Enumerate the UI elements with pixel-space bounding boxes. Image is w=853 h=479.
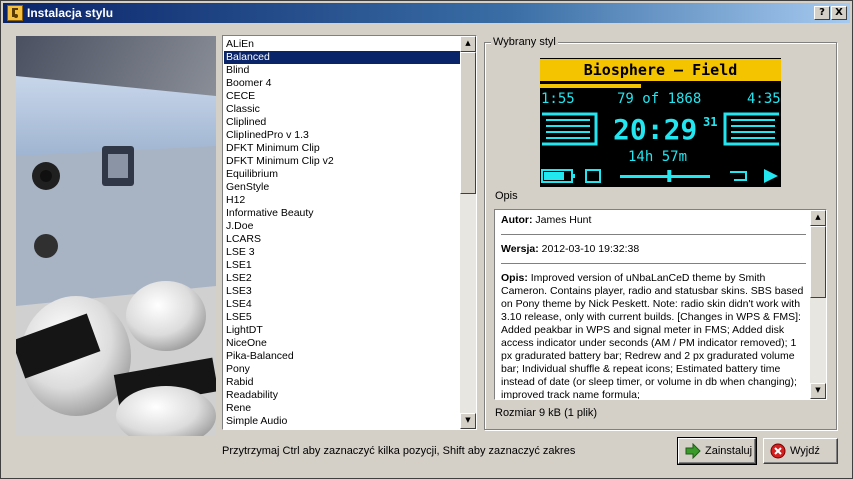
version-key: Wersja:	[501, 243, 539, 255]
theme-list-item[interactable]: LSE4	[224, 298, 460, 311]
theme-list-item[interactable]: Simple Audio	[224, 415, 460, 428]
scroll-up-button[interactable]: ▲	[460, 36, 476, 52]
theme-list-item[interactable]: Blind	[224, 64, 460, 77]
title-bar[interactable]: Instalacja stylu ? X	[3, 3, 850, 23]
theme-list-item[interactable]: DFKT Minimum Clip	[224, 142, 460, 155]
disk-icon	[585, 169, 601, 183]
preview-clock: 20:29	[613, 113, 698, 146]
theme-list-item[interactable]: CECE	[224, 90, 460, 103]
theme-list-item[interactable]: Pony	[224, 363, 460, 376]
size-label: Rozmiar 9 kB (1 plik)	[495, 407, 598, 419]
desc-scroll-up-button[interactable]: ▲	[810, 210, 826, 226]
description-section-label: Opis	[495, 190, 518, 202]
description-box[interactable]: Autor: James Hunt Wersja: 2012-03-10 19:…	[494, 209, 827, 400]
author-key: Autor:	[501, 214, 533, 226]
preview-peak-fill	[540, 84, 642, 88]
author-value: James Hunt	[535, 214, 592, 226]
theme-list-item[interactable]: Cliplined	[224, 116, 460, 129]
theme-list-item[interactable]: Balanced	[224, 51, 460, 64]
theme-list-item[interactable]: H12	[224, 194, 460, 207]
preview-peak-bar	[540, 84, 781, 88]
theme-list-item[interactable]: Equilibrium	[224, 168, 460, 181]
theme-list-scrollbar[interactable]: ▲ ▼	[460, 36, 476, 429]
preview-total: 4:35	[747, 91, 781, 107]
preview-status-bar	[541, 169, 778, 183]
help-button[interactable]: ?	[814, 6, 830, 20]
theme-list-item[interactable]: LightDT	[224, 324, 460, 337]
version-row: Wersja: 2012-03-10 19:32:38	[501, 243, 806, 264]
preview-day: 31	[703, 115, 718, 129]
group-label: Wybrany styl	[491, 36, 558, 48]
theme-list-item[interactable]: NiceOne	[224, 337, 460, 350]
author-row: Autor: James Hunt	[501, 214, 806, 235]
theme-list-item[interactable]: Rabid	[224, 376, 460, 389]
install-style-dialog: Instalacja stylu ? X ALiEn Balanced Blin…	[0, 0, 853, 479]
theme-list[interactable]: ALiEn Balanced Blind Boomer 4 CECE Classic Cli…	[222, 35, 477, 430]
arrow-right-icon	[685, 443, 701, 459]
app-icon	[7, 5, 23, 21]
preview-elapsed: 1:55	[541, 91, 575, 107]
theme-list-item[interactable]: ALiEn	[224, 38, 460, 51]
theme-list-item[interactable]: GenStyle	[224, 181, 460, 194]
preview-track-position: 79 of 1868	[617, 91, 702, 107]
theme-list-item[interactable]: LCARS	[224, 233, 460, 246]
play-icon	[764, 169, 778, 183]
description-text: Improved version of uNbaLanCeD theme by …	[501, 272, 804, 400]
theme-list-item[interactable]: LSE 3	[224, 246, 460, 259]
description-key: Opis:	[501, 272, 528, 284]
preview-track-title: Biosphere – Field	[540, 59, 781, 81]
theme-preview: Biosphere – Field 1:55 79 of 1868 4:35 2…	[540, 58, 781, 187]
theme-list-item[interactable]: Boomer 4	[224, 77, 460, 90]
theme-list-item[interactable]: Informative Beauty	[224, 207, 460, 220]
preview-remaining: 14h 57m	[628, 149, 688, 165]
theme-list-item[interactable]: Readability	[224, 389, 460, 402]
theme-list-item[interactable]: J.Doe	[224, 220, 460, 233]
theme-list-item[interactable]: LSE2	[224, 272, 460, 285]
window-title: Instalacja stylu	[27, 6, 114, 20]
desc-scroll-down-button[interactable]: ▼	[810, 383, 826, 399]
volume-knob	[667, 170, 672, 182]
description-row: Opis: Improved version of uNbaLanCeD the…	[501, 272, 806, 400]
theme-list-item[interactable]: LSE1	[224, 259, 460, 272]
theme-list-item[interactable]: LSE5	[224, 311, 460, 324]
install-button-label: Zainstaluj	[705, 445, 753, 457]
device-photo	[16, 36, 216, 436]
version-value: 2012-03-10 19:32:38	[541, 243, 640, 255]
theme-list-item[interactable]: Classic	[224, 103, 460, 116]
close-button[interactable]: X	[831, 6, 847, 20]
close-icon	[770, 443, 786, 459]
install-button[interactable]: Zainstaluj	[677, 437, 757, 465]
theme-list-item[interactable]: ClipIinedPro v 1.3	[224, 129, 460, 142]
repeat-icon	[730, 171, 747, 181]
theme-list-item[interactable]: Rene	[224, 402, 460, 415]
theme-list-item[interactable]: DFKT Minimum Clip v2	[224, 155, 460, 168]
theme-list-item[interactable]: LSE3	[224, 285, 460, 298]
exit-button[interactable]: Wyjdź	[763, 438, 838, 464]
desc-scroll-thumb[interactable]	[810, 226, 826, 298]
description-scrollbar[interactable]: ▲ ▼	[810, 210, 826, 399]
theme-list-item[interactable]: Pika-Balanced	[224, 350, 460, 363]
scroll-thumb[interactable]	[460, 52, 476, 194]
exit-button-label: Wyjdź	[790, 445, 820, 457]
theme-list-items: ALiEn Balanced Blind Boomer 4 CECE Classic Cli…	[224, 38, 460, 428]
selection-hint: Przytrzymaj Ctrl aby zaznaczyć kilka poz…	[222, 445, 576, 457]
scroll-down-button[interactable]: ▼	[460, 413, 476, 429]
